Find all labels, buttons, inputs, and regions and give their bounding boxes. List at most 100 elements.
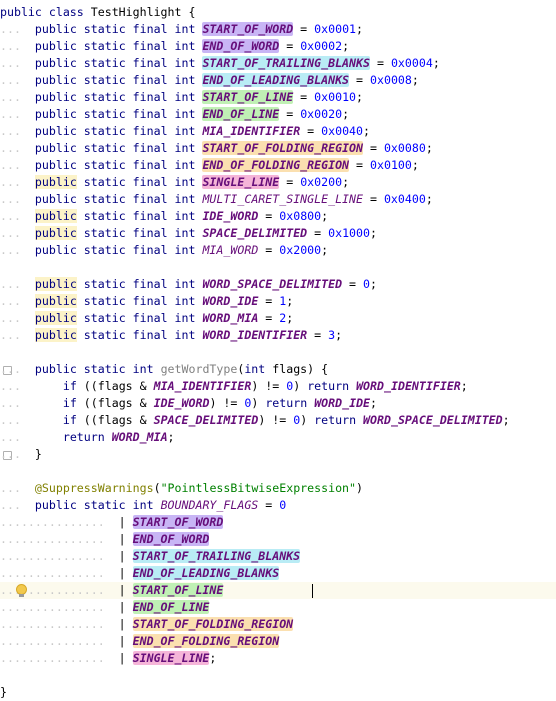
constant-declaration-line[interactable]: ... public static final int MIA_WORD = 0…: [0, 242, 556, 259]
constant-declaration-line[interactable]: ... public static final int START_OF_TRA…: [0, 55, 556, 72]
indent-guide-dots: ...: [0, 124, 21, 138]
method-closing-brace-line[interactable]: ... }: [0, 446, 556, 463]
param-name: flags: [272, 362, 308, 376]
modifiers: static final int: [76, 277, 203, 291]
word-type-declaration-line[interactable]: ... public static final int WORD_MIA = 2…: [0, 310, 556, 327]
constant-declaration-line[interactable]: ... public static final int SPACE_DELIMI…: [0, 225, 556, 242]
return-value: WORD_SPACE_DELIMITED: [363, 413, 503, 427]
modifiers: static final int: [76, 141, 203, 155]
pipe-operator: |: [104, 566, 133, 580]
intention-bulb-icon[interactable]: [16, 584, 27, 597]
boundary-flag-term-line[interactable]: ............... | END_OF_FOLDING_REGION: [0, 633, 556, 650]
paren: ) {: [307, 362, 329, 376]
if-return-line[interactable]: ... if ((flags & SPACE_DELIMITED) != 0) …: [0, 412, 556, 429]
semicolon: ;: [363, 124, 371, 138]
keyword-return: return: [307, 379, 357, 393]
word-type-declaration-line[interactable]: ... public static final int WORD_IDE = 1…: [0, 293, 556, 310]
boundary-flag-term-line[interactable]: ............... | END_OF_WORD: [0, 531, 556, 548]
flag-name: START_OF_FOLDING_REGION: [132, 617, 294, 631]
keyword-public: public: [34, 226, 77, 240]
class-closing-brace-line[interactable]: }: [0, 684, 556, 701]
operator: =: [307, 226, 329, 240]
pipe-operator: |: [104, 515, 133, 529]
zero-literal: 0: [279, 498, 287, 512]
constant-declaration-line[interactable]: ... public static final int END_OF_WORD …: [0, 38, 556, 55]
constant-name: MULTI_CARET_SINGLE_LINE: [202, 192, 363, 206]
boundary-flag-term-line[interactable]: ............... | START_OF_LINE: [0, 582, 556, 599]
indent-guide-dots: ...: [0, 243, 21, 257]
indent-guide-dots: ...: [0, 447, 21, 461]
indent-guide-dots: ...: [0, 481, 21, 495]
modifiers: static final int: [76, 124, 203, 138]
if-return-line[interactable]: ... if ((flags & IDE_WORD) != 0) return …: [0, 395, 556, 412]
keyword-public: public: [34, 90, 77, 104]
word-type-declaration-line[interactable]: ... public static final int WORD_IDENTIF…: [0, 327, 556, 344]
constant-value: 0x0080: [383, 141, 426, 155]
semicolon: ;: [335, 328, 343, 342]
pipe-operator: |: [104, 651, 133, 665]
semicolon: ;: [411, 73, 419, 87]
constant-declaration-line[interactable]: ... public static final int END_OF_FOLDI…: [0, 157, 556, 174]
boundary-flag-term-line[interactable]: ............... | START_OF_TRAILING_BLAN…: [0, 548, 556, 565]
semicolon: ;: [286, 294, 294, 308]
pipe-operator: |: [104, 617, 133, 631]
code-editor[interactable]: public class TestHighlight {... public s…: [0, 0, 556, 699]
modifiers: static final int: [76, 226, 203, 240]
boundary-flag-term-line[interactable]: ............... | END_OF_LINE: [0, 599, 556, 616]
keyword-return: return: [314, 413, 364, 427]
constant-declaration-line[interactable]: ... public static final int START_OF_WOR…: [0, 21, 556, 38]
method-modifiers: public static int: [34, 362, 161, 376]
indent-guide-dots: ...............: [0, 515, 105, 529]
constant-value: 0x0200: [300, 175, 343, 189]
word-type-declaration-line[interactable]: ... public static final int WORD_SPACE_D…: [0, 276, 556, 293]
keyword-public: public: [34, 56, 77, 70]
constant-declaration-line[interactable]: ... public static final int START_OF_FOL…: [0, 140, 556, 157]
boundary-flag-term-line[interactable]: ............... | END_OF_LEADING_BLANKS: [0, 565, 556, 582]
annotation-line[interactable]: ... @SuppressWarnings("PointlessBitwiseE…: [0, 480, 556, 497]
indent-guide-dots: ...: [0, 175, 21, 189]
pipe-operator: |: [104, 634, 133, 648]
return-line[interactable]: ... return WORD_MIA;: [0, 429, 556, 446]
constant-value: 0x0008: [370, 73, 412, 87]
expression: ((flags &: [83, 379, 154, 393]
modifiers: static final int: [76, 328, 203, 342]
constant-declaration-line[interactable]: ... public static final int MULTI_CARET_…: [0, 191, 556, 208]
indent-guide-dots: ...: [0, 141, 21, 155]
constant-declaration-line[interactable]: ... public static final int START_OF_LIN…: [0, 89, 556, 106]
pipe-operator: |: [104, 600, 133, 614]
boundary-flag-term-line[interactable]: ............... | START_OF_WORD: [0, 514, 556, 531]
operator: =: [258, 294, 280, 308]
semicolon: ;: [370, 226, 377, 240]
flag-name: START_OF_WORD: [132, 515, 224, 529]
operator: =: [307, 328, 329, 342]
constant-declaration-line[interactable]: ... public static final int END_OF_LINE …: [0, 106, 556, 123]
class-declaration-line[interactable]: public class TestHighlight {: [0, 4, 556, 21]
boundary-flag-term-line[interactable]: ............... | START_OF_FOLDING_REGIO…: [0, 616, 556, 633]
constant-declaration-line[interactable]: ... public static final int MIA_IDENTIFI…: [0, 123, 556, 140]
constant-declaration-line[interactable]: ... public static final int SINGLE_LINE …: [0, 174, 556, 191]
if-return-line[interactable]: ... if ((flags & MIA_IDENTIFIER) != 0) r…: [0, 378, 556, 395]
operator: =: [279, 107, 301, 121]
constant-declaration-line[interactable]: ... public static final int END_OF_LEADI…: [0, 72, 556, 89]
boundary-flag-term-line[interactable]: ............... | SINGLE_LINE;: [0, 650, 556, 667]
constant-name: MIA_IDENTIFIER: [202, 124, 301, 138]
keyword-public: public: [34, 243, 77, 257]
constant-declaration-line[interactable]: ... public static final int IDE_WORD = 0…: [0, 208, 556, 225]
indent-guide-dots: ...: [0, 107, 21, 121]
boundary-flags-declaration-line[interactable]: ... public static int BOUNDARY_FLAGS = 0: [0, 497, 556, 514]
semicolon: ;: [286, 311, 294, 325]
keyword-public: public: [34, 158, 77, 172]
method-signature-line[interactable]: ... public static int getWordType(int fl…: [0, 361, 556, 378]
operator: =: [349, 158, 370, 172]
flag-name: START_OF_TRAILING_BLANKS: [132, 549, 301, 563]
keyword-public: public: [34, 124, 77, 138]
